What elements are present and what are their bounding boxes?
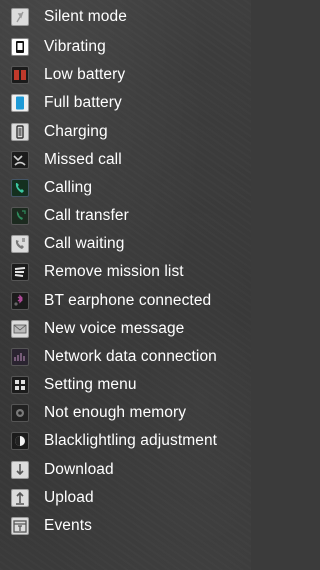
list-item-label: Blacklightling adjustment [44, 432, 218, 449]
low-battery-icon [11, 66, 29, 84]
list-item: Charging [0, 120, 251, 144]
list-item-label: New voice message [44, 320, 185, 337]
charging-icon [11, 123, 29, 141]
list-item: Blacklightling adjustment [0, 429, 251, 453]
list-item-label: Low battery [44, 66, 126, 83]
list-item-label: Download [44, 461, 114, 478]
list-item-label: BT earphone connected [44, 292, 212, 309]
list-item: Vibrating [0, 35, 251, 59]
list-item-label: Charging [44, 123, 108, 140]
list-item-label: Call transfer [44, 207, 129, 224]
list-item: Setting menu [0, 373, 251, 397]
list-item-label: Call waiting [44, 235, 125, 252]
list-item: Events [0, 514, 251, 538]
list-item: Missed call [0, 148, 251, 172]
setting-menu-icon [11, 376, 29, 394]
list-item-label: Setting menu [44, 376, 137, 393]
call-transfer-icon [11, 207, 29, 225]
list-item-label: Vibrating [44, 38, 106, 55]
network-data-icon [11, 348, 29, 366]
events-icon [11, 517, 29, 535]
list-item-label: Network data connection [44, 348, 217, 365]
list-item: New voice message [0, 317, 251, 341]
missed-call-icon [11, 151, 29, 169]
remove-mission-list-icon [11, 263, 29, 281]
list-item: Silent mode [0, 5, 251, 29]
list-item-label: Missed call [44, 151, 122, 168]
list-item: Calling [0, 176, 251, 200]
list-item: Call transfer [0, 204, 251, 228]
list-item-label: Full battery [44, 94, 122, 111]
list-item-label: Not enough memory [44, 404, 187, 421]
list-item: Network data connection [0, 345, 251, 369]
list-item-label: Upload [44, 489, 94, 506]
voice-message-icon [11, 320, 29, 338]
call-waiting-icon [11, 235, 29, 253]
full-battery-icon [11, 94, 29, 112]
list-item: Low battery [0, 63, 251, 87]
calling-icon [11, 179, 29, 197]
list-item-label: Events [44, 517, 92, 534]
download-icon [11, 461, 29, 479]
list-item: Call waiting [0, 232, 251, 256]
upload-icon [11, 489, 29, 507]
list-item: Remove mission list [0, 260, 251, 284]
list-item-label: Remove mission list [44, 263, 184, 280]
list-item: Upload [0, 486, 251, 510]
bt-earphone-icon [11, 292, 29, 310]
list-item: Not enough memory [0, 401, 251, 425]
vibrating-icon [11, 38, 29, 56]
list-item-label: Silent mode [44, 8, 127, 25]
silent-mode-icon [11, 8, 29, 26]
list-item-label: Calling [44, 179, 93, 196]
list-item: Download [0, 458, 251, 482]
list-item: BT earphone connected [0, 289, 251, 313]
backlight-icon [11, 432, 29, 450]
memory-icon [11, 404, 29, 422]
list-item: Full battery [0, 91, 251, 115]
